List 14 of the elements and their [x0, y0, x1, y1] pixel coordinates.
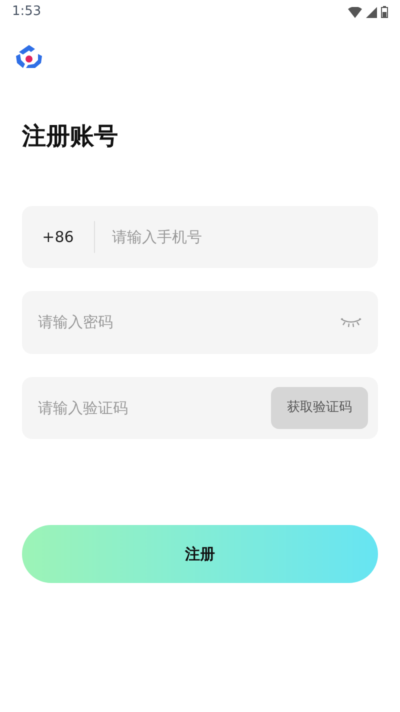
page-title: 注册账号 — [20, 121, 119, 152]
battery-icon — [381, 6, 388, 18]
phone-placeholder: 请输入手机号 — [111, 226, 202, 248]
country-code[interactable]: +86 — [22, 226, 94, 248]
phone-field[interactable]: +86 请输入手机号 — [22, 206, 378, 268]
code-field[interactable]: 请输入验证码 获取验证码 — [22, 377, 378, 439]
signal-icon — [366, 6, 377, 18]
password-placeholder: 请输入密码 — [38, 312, 113, 334]
eye-closed-icon[interactable] — [340, 318, 362, 328]
status-time: 1:53 — [12, 3, 42, 22]
get-code-button[interactable]: 获取验证码 — [271, 387, 368, 429]
code-placeholder: 请输入验证码 — [38, 398, 128, 419]
register-button[interactable]: 注册 — [22, 525, 378, 583]
wifi-icon — [348, 6, 362, 18]
